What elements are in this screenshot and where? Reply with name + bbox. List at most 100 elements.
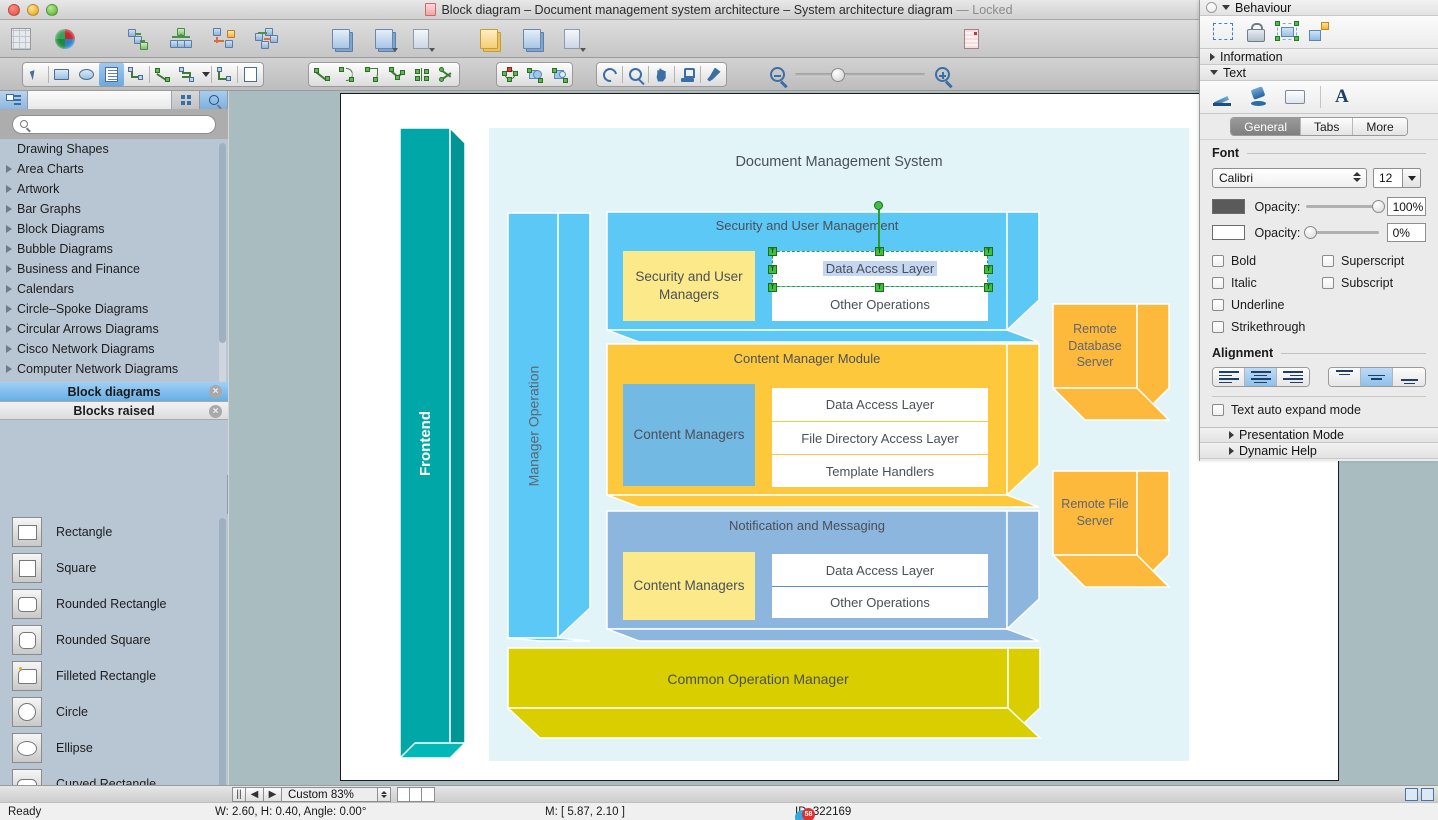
scissors-tool[interactable]: [434, 63, 459, 86]
align-top-button[interactable]: [1329, 368, 1361, 386]
list-item[interactable]: Square: [0, 550, 228, 586]
pause-button[interactable]: ||: [232, 787, 246, 802]
tree-item-cisco-network-diagrams[interactable]: Cisco Network Diagrams: [0, 339, 228, 359]
union-tool[interactable]: [522, 63, 547, 86]
flow-layout-button[interactable]: [254, 26, 280, 52]
properties-button[interactable]: [958, 26, 984, 52]
stroke-opacity-value[interactable]: 0%: [1386, 223, 1426, 242]
network-layout-button[interactable]: [211, 26, 237, 52]
tree-item-circular-arrows-diagrams[interactable]: Circular Arrows Diagrams: [0, 319, 228, 339]
section-information[interactable]: Information: [1200, 49, 1438, 65]
zoom-slider-control[interactable]: [770, 62, 953, 88]
tree-item-calendars[interactable]: Calendars: [0, 279, 228, 299]
view-mode-buttons[interactable]: [1405, 788, 1434, 801]
shape-list-scrollbar[interactable]: [219, 518, 226, 820]
list-item[interactable]: Ellipse: [0, 730, 228, 766]
tab-general[interactable]: General: [1231, 118, 1301, 135]
round-connector-tool[interactable]: [175, 63, 200, 86]
chevron-down-icon[interactable]: [580, 48, 586, 52]
thumbnail-grid-icon[interactable]: [172, 91, 200, 109]
checkbox[interactable]: [1212, 255, 1224, 267]
line-tool[interactable]: [309, 63, 334, 86]
chevron-down-icon[interactable]: [429, 48, 435, 52]
connector-options[interactable]: [200, 63, 211, 86]
rotation-handle[interactable]: [874, 201, 883, 210]
section-behaviour[interactable]: Behaviour: [1200, 0, 1438, 16]
checkbox[interactable]: [1322, 277, 1334, 289]
list-item[interactable]: Filleted Rectangle: [0, 658, 228, 694]
handle-bottom-left[interactable]: T: [768, 283, 777, 292]
tree-scrollbar[interactable]: [219, 143, 226, 383]
notification-right-stack[interactable]: Data Access Layer Other Operations: [772, 554, 988, 618]
text-tool[interactable]: [99, 63, 124, 86]
zoom-slider-track[interactable]: [795, 67, 925, 82]
align-left-button[interactable]: [1213, 368, 1245, 386]
checkbox[interactable]: [1212, 321, 1224, 333]
tree-item-computer-network-diagrams[interactable]: Computer Network Diagrams: [0, 359, 228, 379]
notification-row-0[interactable]: Data Access Layer: [772, 554, 988, 586]
close-icon[interactable]: ×: [209, 405, 222, 418]
pointer-tool[interactable]: [23, 63, 48, 86]
font-size-control[interactable]: 12: [1373, 168, 1421, 188]
search-input[interactable]: [12, 114, 216, 134]
action-button-icon[interactable]: [1308, 21, 1330, 43]
chevron-down-icon[interactable]: [1403, 168, 1421, 188]
hand-tool[interactable]: [649, 63, 674, 86]
library-tree-icon[interactable]: [0, 91, 28, 109]
stroke-color-swatch[interactable]: [1212, 225, 1246, 240]
align-objects-button[interactable]: [408, 26, 435, 52]
library-path-field[interactable]: [28, 91, 172, 109]
ellipse-tool[interactable]: [74, 63, 99, 86]
text-box-icon[interactable]: [1284, 86, 1306, 108]
pen-icon[interactable]: [1212, 86, 1234, 108]
handle-top-center[interactable]: T: [875, 247, 884, 256]
align-center-button[interactable]: [1245, 368, 1277, 386]
handle-top-right[interactable]: T: [984, 247, 993, 256]
close-icon[interactable]: ×: [209, 385, 222, 398]
notification-left-box[interactable]: Content Managers: [623, 552, 755, 620]
content-left-box[interactable]: Content Managers: [623, 384, 755, 486]
zoom-slider-knob[interactable]: [831, 67, 845, 82]
selection-handles-icon[interactable]: [1212, 21, 1234, 43]
lock-icon[interactable]: [1244, 21, 1266, 43]
handle-middle-left[interactable]: T: [768, 265, 777, 274]
list-item[interactable]: Rounded Rectangle: [0, 586, 228, 622]
subtract-tool[interactable]: [547, 63, 572, 86]
content-row-1[interactable]: File Directory Access Layer: [772, 421, 988, 454]
checkbox[interactable]: [1212, 404, 1224, 416]
checkbox-subscript[interactable]: Subscript: [1322, 274, 1404, 292]
library-tree[interactable]: Drawing Shapes Area Charts Artwork Bar G…: [0, 139, 228, 475]
tree-item-drawing-shapes[interactable]: Drawing Shapes: [0, 139, 228, 159]
search-icon[interactable]: [200, 91, 228, 109]
next-page-button[interactable]: ▶: [264, 787, 282, 802]
stroke-opacity-slider[interactable]: [1304, 226, 1379, 239]
content-row-0[interactable]: Data Access Layer: [772, 388, 988, 421]
direct-connector-tool[interactable]: [150, 63, 175, 86]
previous-page-button[interactable]: ◀: [246, 787, 264, 802]
smart-connector-tool[interactable]: [124, 63, 149, 86]
search-field[interactable]: [32, 118, 208, 130]
shape-list[interactable]: Rectangle Square Rounded Rectangle Round…: [0, 514, 228, 820]
tree-layout-button[interactable]: [125, 26, 151, 52]
checkbox[interactable]: [1322, 255, 1334, 267]
security-left-box[interactable]: Security and User Managers: [623, 251, 755, 321]
tree-item-block-diagrams[interactable]: Block Diagrams: [0, 219, 228, 239]
checkbox-bold[interactable]: Bold: [1212, 252, 1322, 270]
stamp-tool[interactable]: [675, 63, 700, 86]
font-family-select[interactable]: Calibri: [1212, 168, 1367, 188]
arc-tool[interactable]: [334, 63, 359, 86]
tab-tabs[interactable]: Tabs: [1301, 118, 1354, 135]
list-item[interactable]: Rounded Square: [0, 622, 228, 658]
font-style-icon[interactable]: A: [1335, 86, 1357, 108]
checkbox-italic[interactable]: Italic: [1212, 274, 1322, 292]
content-right-stack[interactable]: Data Access Layer File Directory Access …: [772, 388, 988, 487]
font-size-field[interactable]: 12: [1373, 168, 1403, 188]
paste-shape-button[interactable]: [519, 26, 545, 52]
content-row-2[interactable]: Template Handlers: [772, 454, 988, 487]
zoom-level-label[interactable]: Custom 83%: [282, 787, 378, 802]
tab-more[interactable]: More: [1353, 118, 1407, 135]
library-header-blocks-raised[interactable]: Blocks raised ×: [0, 401, 228, 420]
tree-item-circle-spoke-diagrams[interactable]: Circle–Spoke Diagrams: [0, 299, 228, 319]
section-presentation-mode[interactable]: Presentation Mode: [1200, 427, 1438, 443]
section-radio[interactable]: [1206, 2, 1217, 13]
